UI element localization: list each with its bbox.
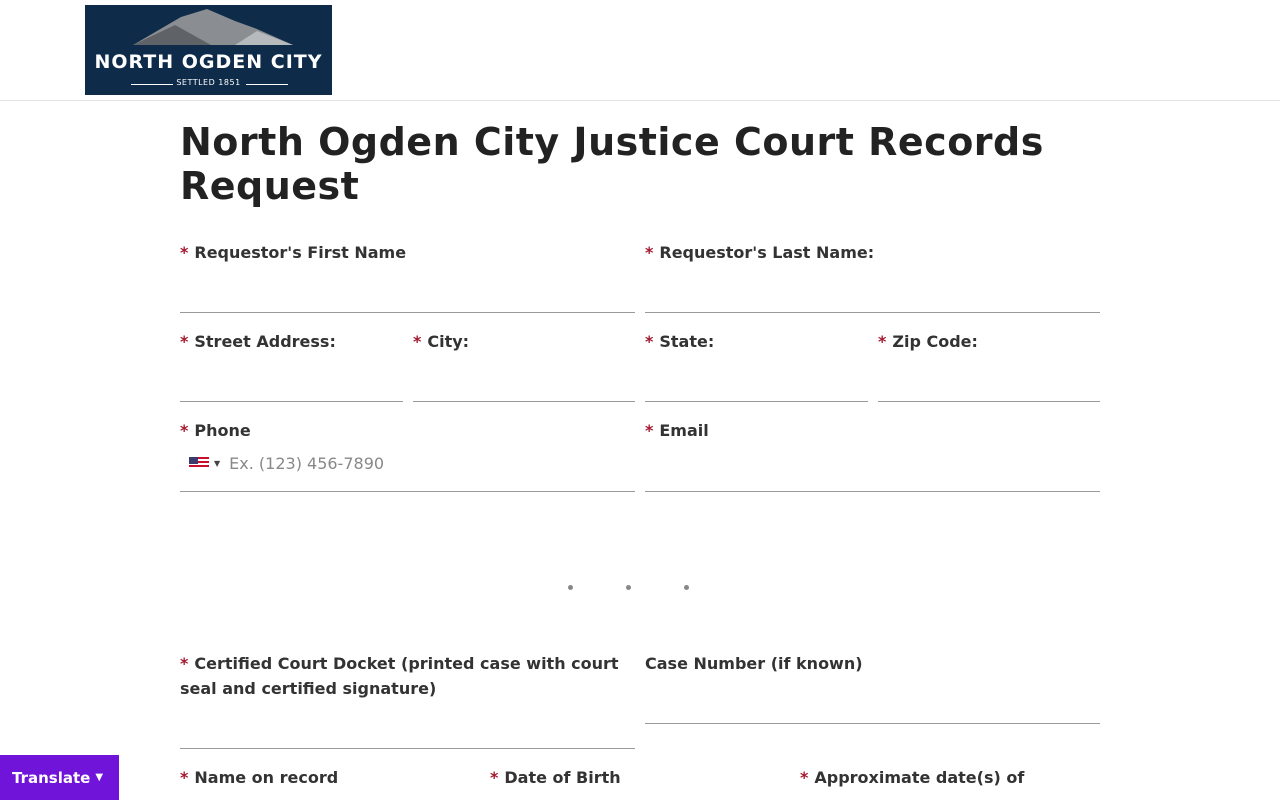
chevron-down-icon: ▼: [95, 772, 104, 783]
certified-docket-label: * Certified Court Docket (printed case wi…: [180, 654, 619, 698]
loading-dot: [568, 585, 573, 590]
email-label: * Email: [645, 421, 709, 440]
date-of-birth-label: * Date of Birth: [490, 768, 621, 787]
page-title: North Ogden City Justice Court Records R…: [180, 120, 1044, 208]
logo-tagline: SETTLED 1851: [176, 78, 241, 87]
case-number-field[interactable]: Case Number (if known): [645, 651, 1100, 724]
street-address-input[interactable]: [180, 401, 403, 402]
logo-divider: [246, 84, 288, 85]
required-marker: *: [878, 332, 887, 351]
certified-docket-field[interactable]: * Certified Court Docket (printed case wi…: [180, 651, 635, 749]
country-dropdown-caret-icon[interactable]: ▼: [214, 459, 220, 468]
street-address-field[interactable]: * Street Address:: [180, 329, 403, 402]
logo-name: NORTH OGDEN CITY: [94, 51, 323, 73]
zip-code-input[interactable]: [878, 401, 1100, 402]
name-on-record-field[interactable]: * Name on record: [180, 765, 480, 800]
loading-dot: [626, 585, 631, 590]
approximate-dates-field[interactable]: * Approximate date(s) of: [800, 765, 1100, 800]
case-number-input[interactable]: [645, 723, 1100, 724]
required-marker: *: [180, 421, 189, 440]
phone-field[interactable]: * Phone ▼ Ex. (123) 456-7890: [180, 418, 635, 492]
zip-code-field[interactable]: * Zip Code:: [878, 329, 1100, 402]
street-address-label: * Street Address:: [180, 332, 336, 351]
email-input[interactable]: [645, 491, 1100, 492]
required-marker: *: [645, 421, 654, 440]
phone-label: * Phone: [180, 421, 251, 440]
north-ogden-city-logo[interactable]: NORTH OGDEN CITY SETTLED 1851: [85, 5, 332, 95]
required-marker: *: [645, 243, 654, 262]
city-label: * City:: [413, 332, 470, 351]
city-field[interactable]: * City:: [413, 329, 635, 402]
phone-input-row[interactable]: ▼ Ex. (123) 456-7890: [180, 448, 635, 478]
email-field[interactable]: * Email: [645, 418, 1100, 492]
city-input[interactable]: [413, 401, 635, 402]
first-name-label: * Requestor's First Name: [180, 243, 407, 262]
required-marker: *: [413, 332, 422, 351]
us-flag-icon[interactable]: [189, 457, 209, 469]
date-of-birth-field[interactable]: * Date of Birth: [490, 765, 790, 800]
site-header: NORTH OGDEN CITY SETTLED 1851: [0, 0, 1280, 101]
first-name-input[interactable]: [180, 312, 635, 313]
last-name-field[interactable]: * Requestor's Last Name:: [645, 240, 1100, 313]
last-name-input[interactable]: [645, 312, 1100, 313]
required-marker: *: [490, 768, 499, 787]
first-name-field[interactable]: * Requestor's First Name: [180, 240, 635, 313]
phone-input-underline: [180, 491, 635, 492]
case-number-label: Case Number (if known): [645, 654, 863, 673]
required-marker: *: [180, 768, 189, 787]
last-name-label: * Requestor's Last Name:: [645, 243, 875, 262]
zip-code-label: * Zip Code:: [878, 332, 978, 351]
translate-button[interactable]: Translate ▼: [0, 755, 119, 800]
required-marker: *: [800, 768, 809, 787]
phone-input[interactable]: Ex. (123) 456-7890: [229, 454, 384, 473]
required-marker: *: [645, 332, 654, 351]
required-marker: *: [180, 243, 189, 262]
state-input[interactable]: [645, 401, 868, 402]
certified-docket-input[interactable]: [180, 748, 635, 749]
required-marker: *: [180, 654, 189, 673]
state-field[interactable]: * State:: [645, 329, 868, 402]
loading-dot: [684, 585, 689, 590]
translate-label: Translate: [12, 768, 91, 787]
loading-indicator: [568, 585, 693, 593]
name-on-record-label: * Name on record: [180, 768, 339, 787]
state-label: * State:: [645, 332, 715, 351]
approximate-dates-label: * Approximate date(s) of: [800, 768, 1025, 787]
required-marker: *: [180, 332, 189, 351]
